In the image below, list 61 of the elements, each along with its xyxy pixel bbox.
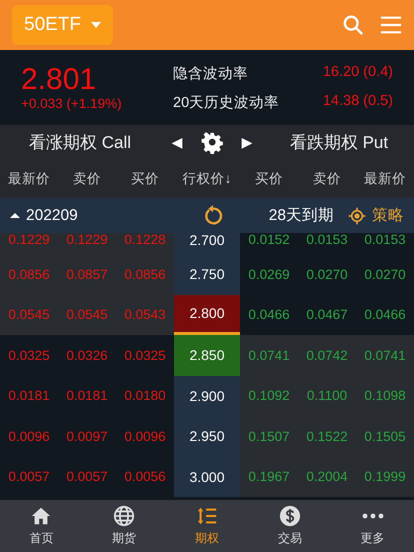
put-price-cell: 0.1967 bbox=[240, 456, 298, 497]
nav-tab[interactable]: 首页 bbox=[0, 500, 83, 552]
column-header[interactable]: 卖价 bbox=[58, 170, 116, 188]
dollar-icon bbox=[278, 505, 301, 527]
nav-tab[interactable]: 交易 bbox=[248, 500, 332, 552]
call-price-cell: 0.1229 bbox=[0, 233, 58, 254]
sort-icon bbox=[196, 505, 218, 527]
put-price-cell: 0.0741 bbox=[240, 335, 298, 376]
settings-icon[interactable] bbox=[201, 132, 223, 154]
nav-tab[interactable]: 期权 bbox=[166, 500, 248, 552]
home-icon bbox=[30, 505, 52, 527]
strike-cell: 2.850 bbox=[174, 335, 240, 376]
put-price-cell: 0.1100 bbox=[298, 376, 356, 416]
strike-cell: 2.750 bbox=[174, 254, 240, 294]
put-price-cell: 0.1522 bbox=[298, 416, 356, 456]
prev-arrow[interactable]: ◀ bbox=[167, 134, 187, 151]
column-header[interactable]: 卖价 bbox=[298, 170, 356, 188]
price-change: +0.033 (+1.19%) bbox=[21, 96, 123, 111]
call-label[interactable]: 看涨期权 Call bbox=[0, 131, 160, 154]
put-price-cell: 0.1092 bbox=[240, 376, 298, 416]
target-icon bbox=[348, 206, 366, 224]
nav-tab[interactable]: 更多 bbox=[331, 500, 414, 552]
days-to-expiry: 28天到期 bbox=[268, 206, 334, 226]
strike-cell: 2.800 bbox=[174, 294, 240, 335]
put-price-cell: 0.0741 bbox=[356, 335, 414, 376]
column-header[interactable]: 最新价 bbox=[356, 170, 414, 188]
column-header[interactable]: 行权价↓ bbox=[174, 170, 240, 188]
put-price-cell: 0.0742 bbox=[298, 335, 356, 376]
expiry-month[interactable]: 202209 bbox=[26, 206, 78, 224]
call-price-cell: 0.1229 bbox=[58, 233, 116, 254]
call-price-cell: 0.0856 bbox=[0, 254, 58, 294]
stat-value: 14.38 (0.5) bbox=[322, 92, 393, 110]
put-price-cell: 0.1507 bbox=[240, 416, 298, 456]
strike-cell: 2.700 bbox=[174, 233, 240, 254]
column-header[interactable]: 最新价 bbox=[0, 170, 58, 188]
strategy-link[interactable]: 策略 bbox=[348, 205, 404, 226]
put-label[interactable]: 看跌期权 Put bbox=[264, 131, 414, 154]
put-price-cell: 0.1505 bbox=[356, 416, 414, 456]
call-price-cell: 0.1228 bbox=[116, 233, 174, 254]
put-price-cell: 0.1999 bbox=[356, 456, 414, 497]
call-price-cell: 0.0857 bbox=[58, 254, 116, 294]
more-icon bbox=[362, 513, 384, 519]
call-price-cell: 0.0856 bbox=[116, 254, 174, 294]
call-price-cell: 0.0543 bbox=[116, 294, 174, 335]
call-price-cell: 0.0545 bbox=[58, 294, 116, 335]
next-arrow[interactable]: ▶ bbox=[237, 134, 257, 151]
put-price-cell: 0.2004 bbox=[298, 456, 356, 497]
strike-cell: 3.000 bbox=[174, 456, 240, 497]
globe-icon bbox=[113, 505, 136, 527]
stat-value: 16.20 (0.4) bbox=[322, 64, 393, 82]
last-price: 2.801 bbox=[21, 64, 98, 96]
column-header[interactable]: 买价 bbox=[240, 170, 298, 188]
strike-cell: 2.900 bbox=[174, 376, 240, 416]
column-header[interactable]: 买价 bbox=[116, 170, 174, 188]
call-price-cell: 0.0545 bbox=[0, 294, 58, 335]
strike-cell: 2.950 bbox=[174, 416, 240, 456]
stat-label: 20天历史波动率 bbox=[173, 94, 280, 112]
put-price-cell: 0.1098 bbox=[356, 376, 414, 416]
collapse-icon[interactable] bbox=[10, 213, 20, 218]
stat-label: 隐含波动率 bbox=[173, 64, 249, 82]
nav-tab[interactable]: 期货 bbox=[82, 500, 166, 552]
